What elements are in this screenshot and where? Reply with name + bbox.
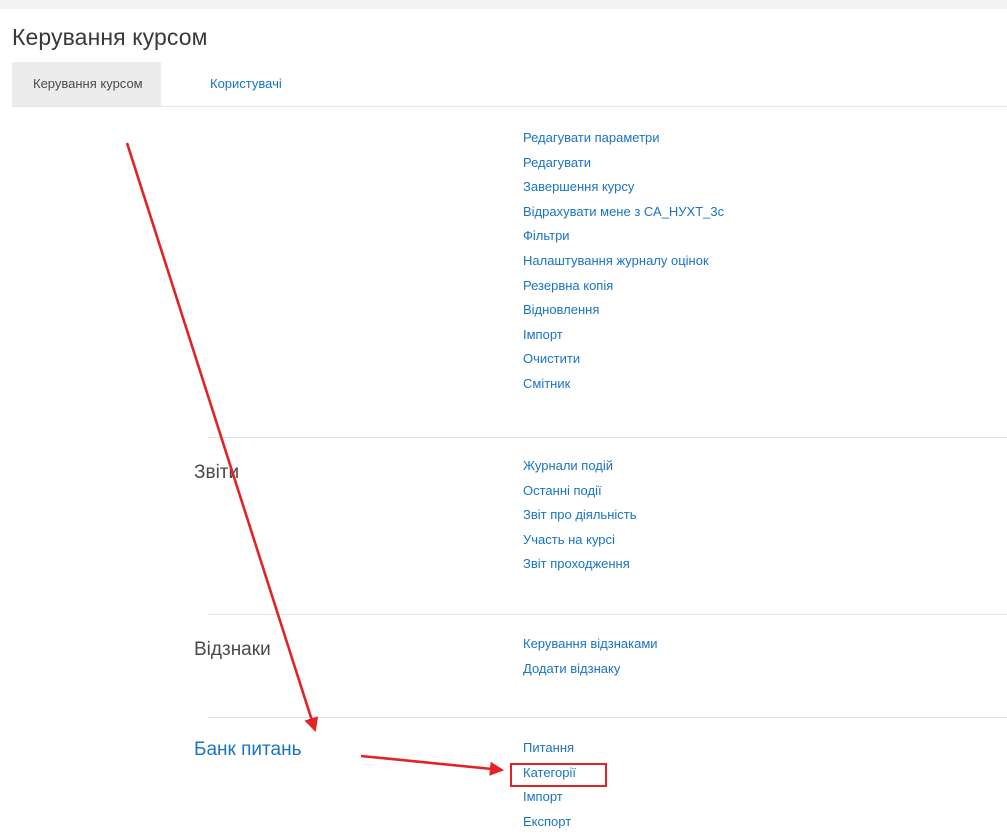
annotation-arrows bbox=[125, 142, 505, 776]
annotation-arrow-down bbox=[125, 142, 319, 733]
annotation-arrow-right bbox=[360, 754, 505, 776]
